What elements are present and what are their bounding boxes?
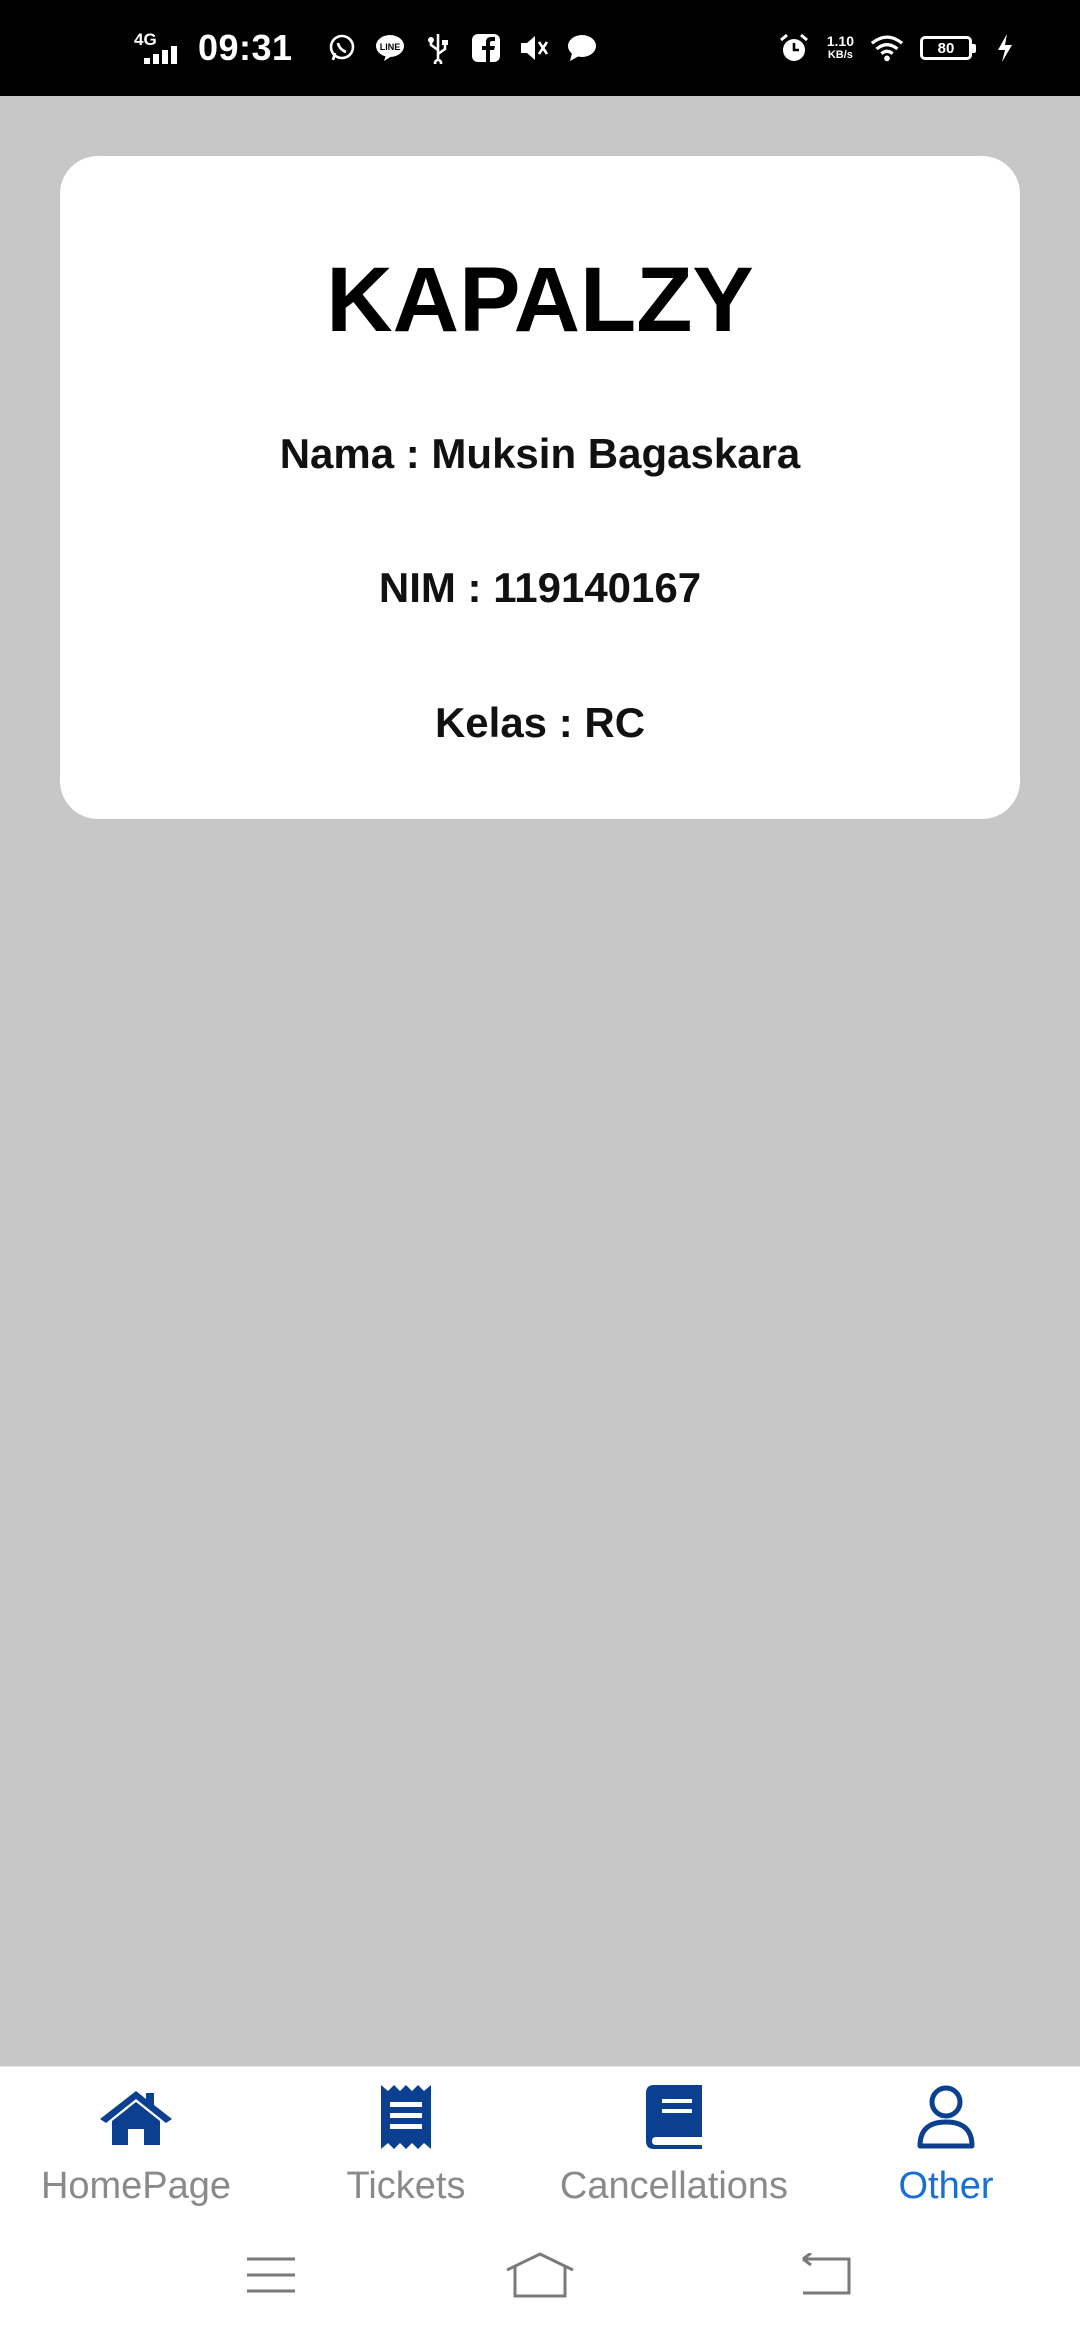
receipt-icon bbox=[379, 2081, 433, 2153]
user-icon bbox=[916, 2081, 976, 2153]
speed-value: 1.10 bbox=[826, 33, 854, 49]
chat-bubble-icon bbox=[565, 31, 599, 65]
battery-level: 80 bbox=[937, 39, 955, 57]
nav-item-tickets[interactable]: Tickets bbox=[316, 2067, 496, 2217]
nav-item-cancellations[interactable]: Cancellations bbox=[554, 2067, 794, 2217]
nav-label-other: Other bbox=[898, 2165, 994, 2207]
facebook-icon bbox=[469, 31, 503, 65]
nav-label-cancellations: Cancellations bbox=[559, 2165, 789, 2207]
menu-icon[interactable] bbox=[241, 2250, 301, 2300]
svg-text:LINE: LINE bbox=[379, 42, 400, 52]
speed-unit: KB/s bbox=[827, 49, 853, 61]
nav-item-other[interactable]: Other bbox=[866, 2067, 1026, 2217]
status-bar: 4G 09:31 LINE 1.10 KB/s 80 bbox=[0, 0, 1080, 96]
usb-icon bbox=[421, 31, 455, 65]
mute-icon bbox=[517, 31, 551, 65]
app-title: KAPALZY bbox=[326, 249, 754, 351]
kelas-text: Kelas : RC bbox=[434, 699, 646, 746]
nav-label-homepage: HomePage bbox=[40, 2165, 232, 2207]
profile-card: KAPALZY Nama : Muksin Bagaskara NIM : 11… bbox=[60, 156, 1020, 819]
home-icon bbox=[98, 2081, 174, 2153]
alarm-icon bbox=[777, 31, 811, 65]
battery-icon: 80 bbox=[920, 36, 976, 60]
network-speed: 1.10 KB/s bbox=[827, 34, 854, 62]
cellular-signal-icon: 4G bbox=[134, 28, 184, 68]
back-icon[interactable] bbox=[795, 2250, 855, 2300]
wifi-icon bbox=[870, 31, 904, 65]
charging-icon bbox=[988, 31, 1022, 65]
home-outline-icon[interactable] bbox=[505, 2250, 575, 2300]
status-bar-left: 4G 09:31 LINE bbox=[134, 0, 599, 96]
system-navigation-bar bbox=[0, 2230, 1080, 2320]
line-icon: LINE bbox=[373, 31, 407, 65]
status-bar-right: 1.10 KB/s 80 bbox=[777, 0, 1022, 96]
whatsapp-icon bbox=[325, 31, 359, 65]
book-icon bbox=[644, 2081, 704, 2153]
clock: 09:31 bbox=[198, 27, 293, 68]
nama-text: Nama : Muksin Bagaskara bbox=[279, 430, 801, 477]
nav-item-homepage[interactable]: HomePage bbox=[26, 2067, 246, 2217]
nav-label-tickets: Tickets bbox=[346, 2165, 466, 2207]
nim-text: NIM : 119140167 bbox=[378, 564, 702, 611]
